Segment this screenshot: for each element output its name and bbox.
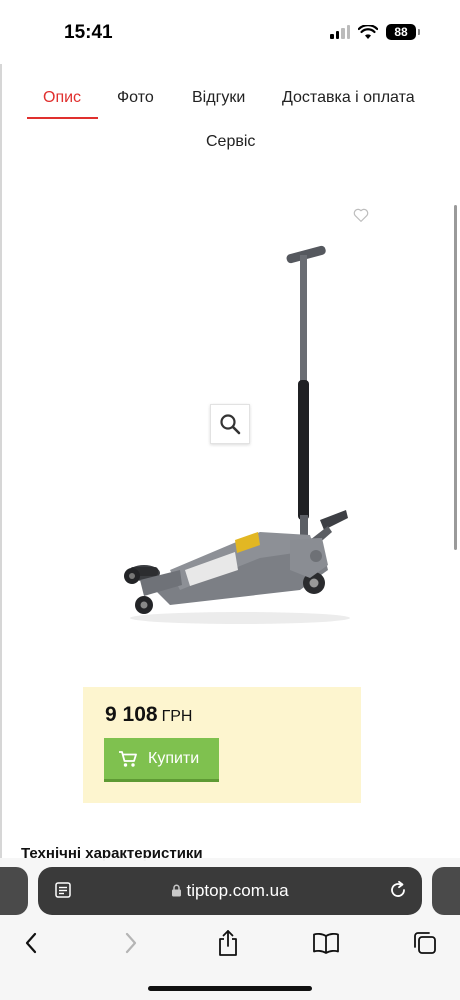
next-tab-preview[interactable] — [432, 867, 460, 915]
tab-reviews[interactable]: Відгуки — [192, 89, 245, 107]
cart-icon — [119, 750, 137, 767]
buy-button-label: Купити — [148, 749, 200, 767]
wifi-icon — [358, 24, 378, 39]
tabs-icon — [414, 932, 436, 954]
share-icon — [219, 930, 237, 956]
scrollbar[interactable] — [454, 205, 457, 550]
zoom-button[interactable] — [210, 404, 250, 444]
share-button[interactable] — [213, 928, 243, 958]
forward-icon — [125, 932, 137, 954]
address-bar[interactable]: tiptop.com.ua — [38, 867, 422, 915]
battery-indicator: 88 — [386, 24, 420, 40]
bookmarks-button[interactable] — [311, 928, 341, 958]
tab-photo[interactable]: Фото — [117, 89, 154, 107]
buy-button[interactable]: Купити — [104, 738, 219, 782]
status-time: 15:41 — [64, 22, 113, 43]
browser-toolbar: tiptop.com.ua — [0, 858, 460, 1000]
home-indicator — [148, 986, 312, 991]
zoom-icon — [220, 414, 241, 435]
price-currency: ГРН — [161, 708, 193, 725]
back-icon — [25, 932, 37, 954]
tab-description[interactable]: Опис — [43, 89, 81, 107]
heart-icon[interactable] — [352, 206, 370, 224]
back-button[interactable] — [16, 928, 46, 958]
lock-icon — [172, 884, 182, 897]
tab-delivery[interactable]: Доставка і оплата — [282, 89, 415, 107]
price-value: 9 108 — [105, 703, 158, 726]
browser-nav — [0, 928, 460, 964]
price-box: 9 108 ГРН Купити — [83, 687, 361, 803]
active-tab-underline — [27, 117, 98, 119]
signal-icon — [330, 25, 350, 39]
price: 9 108 ГРН — [105, 703, 192, 727]
previous-tab-preview[interactable] — [0, 867, 28, 915]
forward-button[interactable] — [116, 928, 146, 958]
tabs-button[interactable] — [410, 928, 440, 958]
status-icons: 88 — [330, 24, 420, 40]
status-bar: 15:41 88 — [0, 0, 460, 64]
page-edge — [0, 64, 2, 864]
url-display: tiptop.com.ua — [38, 881, 422, 901]
reload-icon[interactable] — [388, 880, 408, 900]
tab-service[interactable]: Сервіс — [206, 133, 255, 151]
url-text: tiptop.com.ua — [186, 881, 289, 900]
bookmarks-icon — [313, 932, 339, 954]
